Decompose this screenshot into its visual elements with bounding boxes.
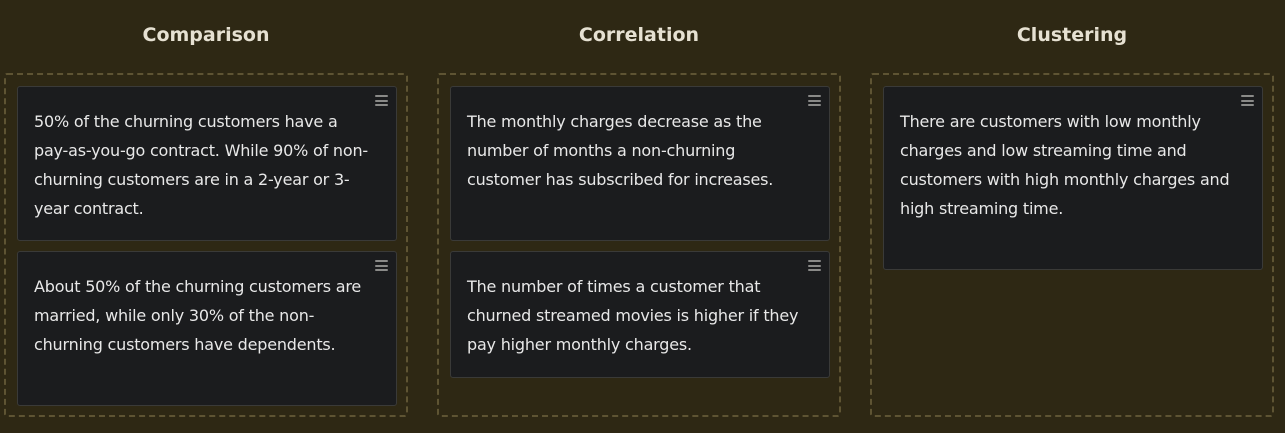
drag-handle-icon[interactable]: [808, 95, 821, 106]
card-text: About 50% of the churning customers are …: [34, 277, 362, 354]
drop-zone-correlation[interactable]: The monthly charges decrease as the numb…: [437, 73, 841, 417]
card-text: 50% of the churning customers have a pay…: [34, 112, 368, 218]
drop-zone-comparison[interactable]: 50% of the churning customers have a pay…: [4, 73, 408, 417]
column-header: Correlation: [578, 24, 700, 46]
drag-handle-icon[interactable]: [808, 260, 821, 271]
draggable-card[interactable]: The monthly charges decrease as the numb…: [450, 86, 830, 241]
draggable-card[interactable]: The number of times a customer that chur…: [450, 251, 830, 378]
drag-drop-board: Comparison 50% of the churning customers…: [0, 0, 1285, 433]
draggable-card[interactable]: There are customers with low monthly cha…: [883, 86, 1263, 270]
drag-handle-icon[interactable]: [1241, 95, 1254, 106]
card-text: There are customers with low monthly cha…: [900, 112, 1230, 218]
drag-handle-icon[interactable]: [375, 95, 388, 106]
column-header: Clustering: [1016, 24, 1128, 46]
drag-handle-icon[interactable]: [375, 260, 388, 271]
column-clustering: Clustering There are customers with low …: [870, 0, 1274, 433]
card-text: The number of times a customer that chur…: [467, 277, 799, 354]
column-header: Comparison: [142, 24, 270, 46]
draggable-card[interactable]: About 50% of the churning customers are …: [17, 251, 397, 406]
card-text: The monthly charges decrease as the numb…: [467, 112, 774, 189]
drop-zone-clustering[interactable]: There are customers with low monthly cha…: [870, 73, 1274, 417]
column-comparison: Comparison 50% of the churning customers…: [4, 0, 408, 433]
column-correlation: Correlation The monthly charges decrease…: [437, 0, 841, 433]
draggable-card[interactable]: 50% of the churning customers have a pay…: [17, 86, 397, 241]
